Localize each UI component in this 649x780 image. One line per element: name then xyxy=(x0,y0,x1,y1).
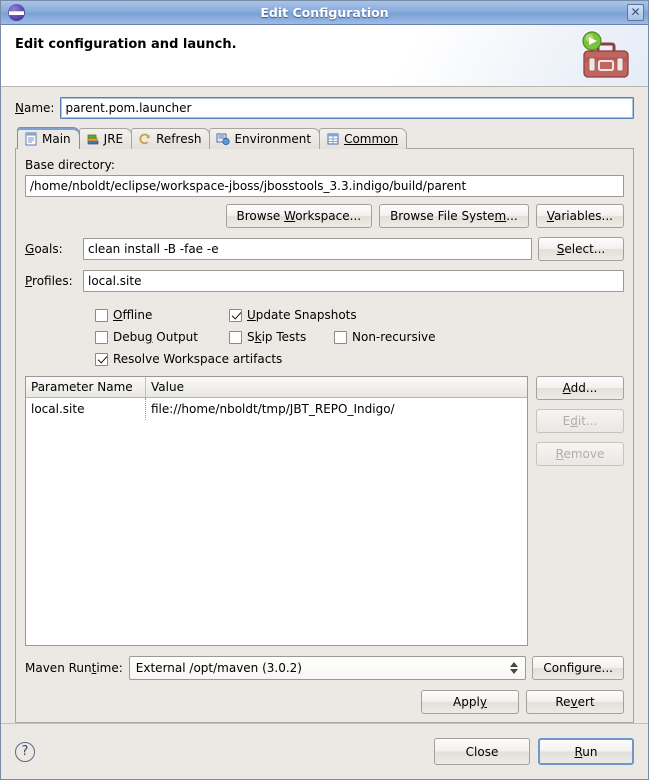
checkbox-offline-box xyxy=(95,308,108,322)
tab-common-label: Common xyxy=(344,132,399,146)
close-icon-glyph: ✕ xyxy=(630,5,641,19)
revert-button[interactable]: Revert xyxy=(526,690,624,714)
books-icon xyxy=(87,134,99,145)
cell-parameter-value: file://home/nboldt/tmp/JBT_REPO_Indigo/ xyxy=(151,402,395,416)
goals-row: Goals: Select... xyxy=(25,237,624,261)
tab-main[interactable]: Main xyxy=(17,127,80,149)
window-title: Edit Configuration xyxy=(260,5,389,20)
maven-toolbox-run-icon xyxy=(582,31,629,78)
checkbox-skip-tests-box xyxy=(229,330,242,344)
checkbox-debug-output-label: Debug Output xyxy=(113,330,198,344)
dialog-footer: ? Close Run xyxy=(1,723,648,779)
maven-runtime-label: Maven Runtime: xyxy=(25,661,123,675)
checkbox-skip-tests[interactable]: Skip Tests xyxy=(229,330,334,344)
parameter-action-buttons: Add... Edit... Remove xyxy=(536,376,624,646)
table-header-row: Parameter Name Value xyxy=(26,377,527,398)
checkbox-non-recursive[interactable]: Non-recursive xyxy=(334,330,436,344)
base-directory-label: Base directory: xyxy=(25,158,115,172)
browse-workspace-button[interactable]: Browse Workspace... xyxy=(225,204,373,228)
tab-environment[interactable]: Environment xyxy=(209,128,321,149)
tab-refresh-label: Refresh xyxy=(156,132,202,146)
edit-configuration-dialog: Edit Configuration ✕ Edit configuration … xyxy=(0,0,649,780)
checkbox-resolve-workspace-artifacts[interactable]: Resolve Workspace artifacts xyxy=(95,352,282,366)
banner-title: Edit configuration and launch. xyxy=(15,37,237,52)
checkbox-non-recursive-label: Non-recursive xyxy=(352,330,436,344)
table-body: local.site file://home/nboldt/tmp/JBT_RE… xyxy=(26,398,527,645)
checkbox-line-1: Offline Update Snapshots xyxy=(95,304,624,326)
goals-label: Goals: xyxy=(25,242,63,256)
run-button[interactable]: Run xyxy=(538,738,634,765)
environment-icon xyxy=(216,133,231,146)
remove-parameter-button: Remove xyxy=(536,442,624,466)
window-titlebar: Edit Configuration ✕ xyxy=(1,1,648,25)
checkbox-offline-label: Offline xyxy=(113,308,153,322)
checkbox-debug-output-box xyxy=(95,330,108,344)
profiles-input[interactable] xyxy=(83,270,624,292)
help-icon[interactable]: ? xyxy=(15,741,35,762)
apply-revert-row: Apply Revert xyxy=(25,690,624,714)
close-window-icon[interactable]: ✕ xyxy=(627,4,644,21)
tab-jre[interactable]: JRE xyxy=(78,128,133,149)
chevron-updown-icon xyxy=(507,658,521,678)
close-button[interactable]: Close xyxy=(434,738,530,765)
tab-jre-label: JRE xyxy=(103,132,124,146)
configure-runtime-button[interactable]: Configure... xyxy=(532,656,624,680)
apply-button[interactable]: Apply xyxy=(421,690,519,714)
document-icon xyxy=(25,132,37,145)
checkbox-skip-tests-label: Skip Tests xyxy=(247,330,307,344)
base-directory-input[interactable] xyxy=(25,175,624,197)
checkbox-line-2: Debug Output Skip Tests Non-recursive xyxy=(95,326,624,348)
dialog-body: Name: Main J xyxy=(1,87,648,723)
checkbox-resolve-workspace-artifacts-label: Resolve Workspace artifacts xyxy=(113,352,283,366)
tab-common[interactable]: Common xyxy=(319,128,408,149)
common-table-icon xyxy=(327,133,339,145)
checkbox-update-snapshots[interactable]: Update Snapshots xyxy=(229,308,357,322)
parameters-table[interactable]: Parameter Name Value local.site file://h… xyxy=(25,376,528,646)
dialog-banner: Edit configuration and launch. xyxy=(1,25,648,87)
checkbox-debug-output[interactable]: Debug Output xyxy=(95,330,229,344)
tab-environment-label: Environment xyxy=(234,132,312,146)
profiles-label: Profiles: xyxy=(25,274,73,288)
checkbox-line-3: Resolve Workspace artifacts xyxy=(95,348,624,370)
add-parameter-button[interactable]: Add... xyxy=(536,376,624,400)
checkbox-non-recursive-box xyxy=(334,330,347,344)
browse-buttons-row: Browse Workspace... Browse File System..… xyxy=(25,204,624,228)
checkbox-update-snapshots-box xyxy=(229,308,242,322)
maven-runtime-select[interactable]: External /opt/maven (3.0.2) xyxy=(128,656,527,680)
refresh-icon xyxy=(139,133,151,145)
profiles-row: Profiles: xyxy=(25,270,624,292)
name-label: Name: xyxy=(15,101,55,115)
browse-file-system-button[interactable]: Browse File System... xyxy=(379,204,529,228)
parameters-section: Parameter Name Value local.site file://h… xyxy=(25,376,624,646)
options-checkbox-group: Offline Update Snapshots Debug Output Sk… xyxy=(25,304,624,370)
checkbox-update-snapshots-label: Update Snapshots xyxy=(247,308,357,322)
cell-parameter-name: local.site xyxy=(26,398,146,420)
maven-runtime-row: Maven Runtime: External /opt/maven (3.0.… xyxy=(25,656,624,680)
main-tab-panel: Base directory: Browse Workspace... Brow… xyxy=(15,148,634,723)
checkbox-resolve-workspace-artifacts-box xyxy=(95,352,108,366)
goals-input[interactable] xyxy=(83,238,532,260)
name-input[interactable] xyxy=(60,97,634,119)
checkbox-offline[interactable]: Offline xyxy=(95,308,229,322)
column-header-parameter-name[interactable]: Parameter Name xyxy=(26,377,146,397)
tab-main-label: Main xyxy=(42,131,71,146)
maven-runtime-value: External /opt/maven (3.0.2) xyxy=(135,661,302,675)
column-header-value[interactable]: Value xyxy=(146,377,527,397)
eclipse-globe-icon xyxy=(8,4,25,21)
select-goals-button[interactable]: Select... xyxy=(538,237,624,261)
edit-parameter-button: Edit... xyxy=(536,409,624,433)
variables-button[interactable]: Variables... xyxy=(535,204,624,228)
tab-refresh[interactable]: Refresh xyxy=(131,128,211,149)
name-row: Name: xyxy=(15,97,634,119)
tab-strip: Main JRE Refresh Environment Common xyxy=(15,127,634,149)
table-row[interactable]: local.site file://home/nboldt/tmp/JBT_RE… xyxy=(26,398,527,420)
